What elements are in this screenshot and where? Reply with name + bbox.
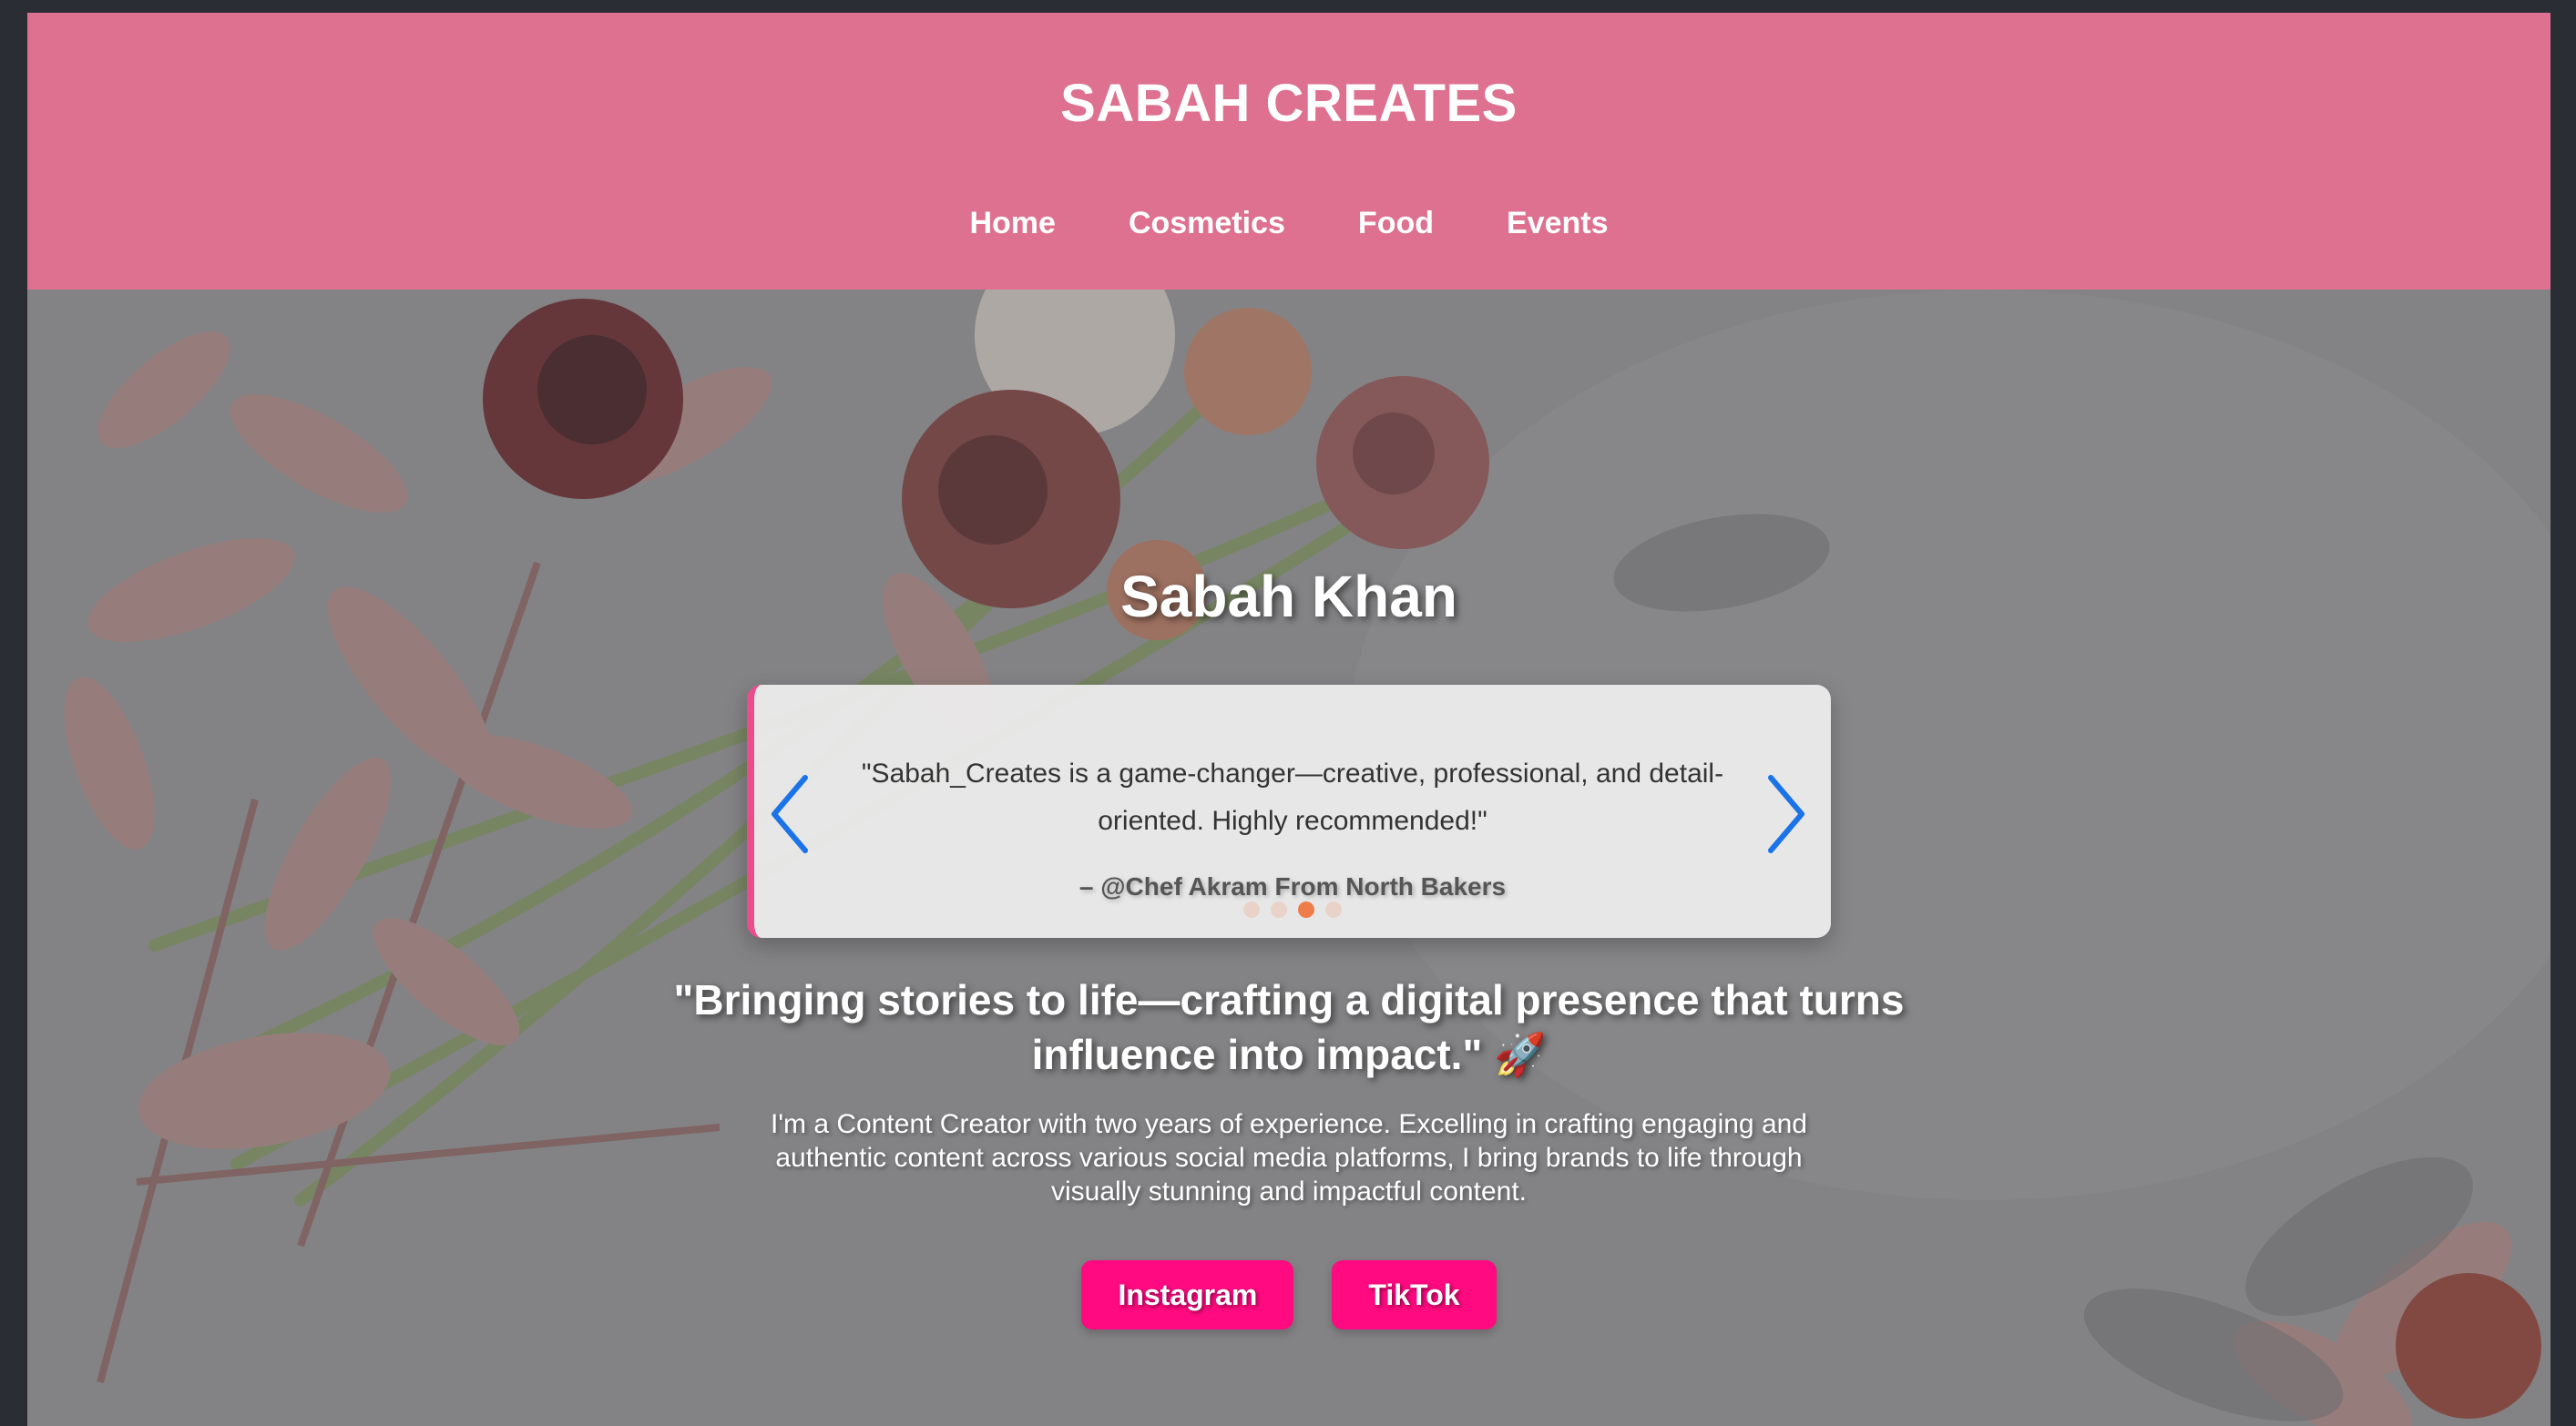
carousel-dot[interactable] <box>1325 901 1342 918</box>
carousel-dot[interactable] <box>1243 901 1260 918</box>
hero-section: Sabah Khan "Sabah_Creates is a game-chan… <box>27 290 2550 1426</box>
testimonial-quote: "Sabah_Creates is a game-changer—creativ… <box>861 759 1724 836</box>
nav-link-cosmetics[interactable]: Cosmetics <box>1129 206 1285 241</box>
tiktok-button[interactable]: TikTok <box>1332 1260 1497 1329</box>
hero-content: Sabah Khan "Sabah_Creates is a game-chan… <box>27 290 2550 1426</box>
carousel-dot[interactable] <box>1271 901 1287 918</box>
testimonial-carousel: "Sabah_Creates is a game-changer—creativ… <box>747 685 1831 938</box>
chevron-left-icon[interactable] <box>765 770 816 858</box>
social-buttons: Instagram TikTok <box>27 1260 2550 1329</box>
nav-link-home[interactable]: Home <box>969 206 1055 241</box>
nav-link-food[interactable]: Food <box>1358 206 1434 241</box>
chevron-right-icon[interactable] <box>1760 770 1811 858</box>
page: SABAH CREATES Home Cosmetics Food Events <box>27 13 2550 1426</box>
site-title: SABAH CREATES <box>1060 74 1518 133</box>
main-nav: Home Cosmetics Food Events <box>27 206 2550 241</box>
nav-link-events[interactable]: Events <box>1507 206 1609 241</box>
carousel-dot-active[interactable] <box>1298 901 1314 918</box>
carousel-dots <box>754 901 1831 918</box>
creator-name: Sabah Khan <box>1120 564 1457 629</box>
site-header: SABAH CREATES Home Cosmetics Food Events <box>27 13 2550 290</box>
instagram-button[interactable]: Instagram <box>1081 1260 1294 1329</box>
testimonial-author: – @Chef Akram From North Bakers <box>1078 872 1507 901</box>
bio-text: I'm a Content Creator with two years of … <box>770 1109 1807 1207</box>
tagline: "Bringing stories to life—crafting a dig… <box>673 976 1905 1078</box>
